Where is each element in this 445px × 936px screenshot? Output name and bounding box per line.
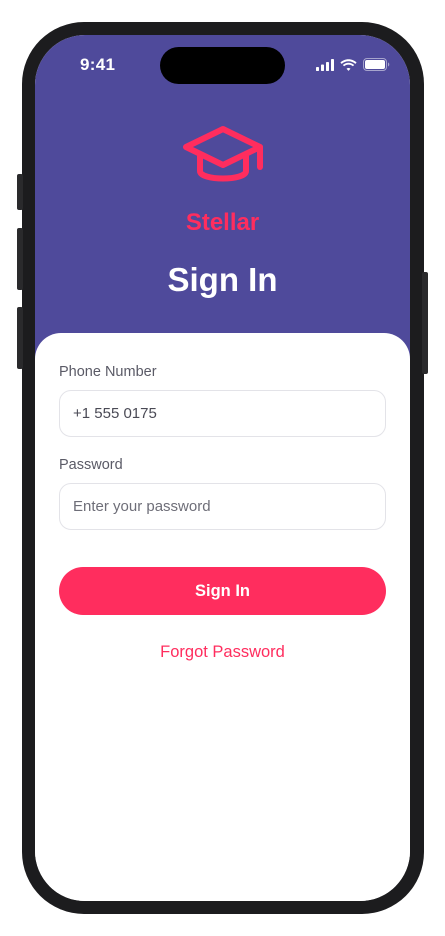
header-section: 9:41 Stellar Sign In	[35, 35, 410, 375]
phone-number-label: Phone Number	[59, 364, 157, 380]
password-field[interactable]	[59, 483, 386, 530]
status-time: 9:41	[80, 55, 116, 74]
phone-number-field[interactable]	[59, 390, 386, 437]
brand-name: Stellar	[185, 209, 260, 236]
page-title: Sign In	[167, 261, 278, 298]
silent-switch	[17, 174, 23, 210]
forgot-password-link[interactable]: Forgot Password	[35, 643, 410, 662]
volume-down-button	[17, 307, 23, 369]
sign-in-form: Phone Number Password Sign In Forgot Pas…	[35, 333, 410, 901]
screen: 9:41 Stellar Sign In Phone Number +1 555…	[35, 35, 410, 901]
volume-up-button	[17, 228, 23, 290]
signal-icon	[316, 58, 334, 71]
password-label: Password	[59, 457, 123, 473]
sign-in-button[interactable]: Sign In	[59, 567, 386, 615]
status-icons	[316, 58, 390, 71]
battery-icon	[363, 58, 390, 71]
power-button	[422, 272, 428, 374]
wifi-icon	[340, 58, 357, 71]
graduation-cap-icon	[183, 126, 263, 182]
dynamic-island	[160, 47, 285, 84]
